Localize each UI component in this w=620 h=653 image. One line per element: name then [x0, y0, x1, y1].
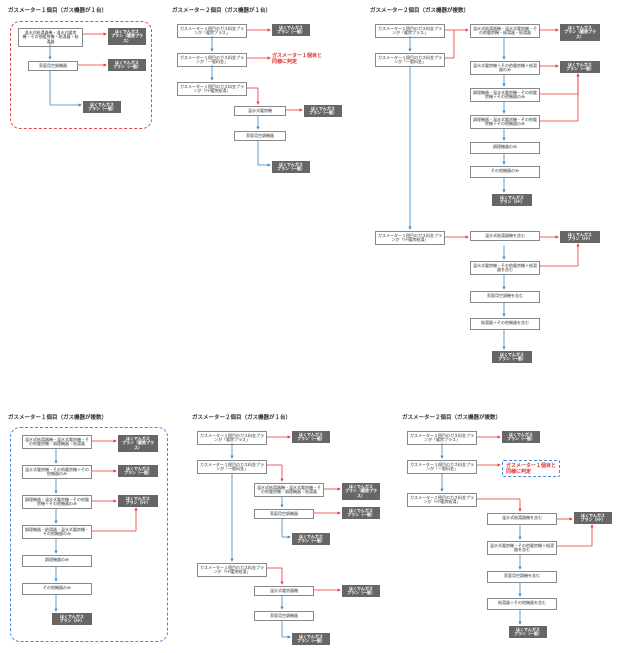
- F-s3: 家庭用空調機を含む: [487, 571, 557, 583]
- D-l3: ほくでんガスプラン（FF）: [118, 495, 158, 507]
- A-n2: 家庭用空調機器: [28, 61, 78, 71]
- C-l4: ほくでんガスプラン（一般）: [492, 351, 532, 363]
- F-q3: ガスメーター１個目のガス料金プランが「FF暖房給湯」: [407, 493, 477, 507]
- E-n4: 家庭用空調機器: [254, 611, 314, 621]
- E-l4: ほくでんガスプラン（一般）: [292, 633, 330, 645]
- B-note: ガスメーター１個目と同様に判定: [272, 53, 322, 65]
- E-q2: ガスメーター１個目のガス料金プランが「一般料金」: [197, 460, 267, 474]
- C-s3: 家庭用空調機を含む: [470, 291, 540, 303]
- title-E: ガスメーター２個目（ガス機器が１台）: [192, 413, 382, 421]
- C-s1: 温水式給湯器機を含む: [470, 231, 540, 241]
- E-q1: ガスメーター１個目のガス料金プランが「暖房プラス」: [197, 431, 267, 445]
- title-A: ガスメーター１個目（ガス機器が１台）: [8, 6, 158, 14]
- D-l2: ほくでんガスプラン（一般）: [118, 465, 158, 477]
- E-l0: ほくでんガスプラン（一般）: [292, 431, 330, 443]
- C-l1b: ほくでんガスプラン（一般）: [560, 61, 600, 73]
- A-l2: ほくでんガスプラン（一般）: [108, 59, 146, 71]
- C-q3: ガスメーター１個目のガス料金プランが「FF暖房給湯」: [375, 231, 445, 245]
- C-r1: 温水式給湯器機・温水式暖房機・その他暖房機・給湯器・給湯器: [470, 24, 540, 38]
- F-q1: ガスメーター１個目のガス料金プランが「暖房プラス」: [407, 431, 477, 445]
- C-r2: 温水式暖房機＋その他暖房機＋給湯器のみ: [470, 61, 540, 75]
- C-r5: 調理機器のみ: [470, 142, 540, 154]
- D-n1: 温水式給湯器機・温水式暖房機・その他暖房機・調理機器・給湯器: [22, 435, 92, 449]
- D-n5: 調理機器のみ: [22, 555, 92, 567]
- C-r3: 調理機器・温水式暖房機・その他暖房機＋その他機器のみ: [470, 88, 540, 102]
- E-n3: 温水式暖房器機: [254, 586, 314, 596]
- C-l1a: ほくでんガスプラン（暖房プラス）: [560, 24, 600, 41]
- D-l4: ほくでんガスプラン（FF）: [52, 613, 92, 625]
- chart-A: ガスメーター１個目（ガス機器が１台） 温水式給湯器機・温水式暖房機・その他暖房機…: [8, 6, 158, 156]
- arrows-F: [402, 413, 617, 648]
- F-l1: ほくでんガスプラン（FF）: [574, 512, 612, 524]
- B-q2: ガスメーター１個目のガス料金プランが「一般料金」: [177, 53, 247, 67]
- C-r6: その他機器のみ: [470, 166, 540, 178]
- C-s2: 温水式暖房機・その他暖房機＋給湯器を含む: [470, 261, 540, 275]
- title-D: ガスメーター１個目（ガス機器が複数）: [8, 413, 173, 421]
- chart-F: ガスメーター２個目（ガス機器が複数） ガスメーター１個目のガス料金プランが「暖房…: [402, 413, 617, 648]
- A-n1: 温水式給湯器機・温水式暖房機・その他暖房機・給湯器・給湯器: [18, 28, 83, 47]
- A-l3: ほくでんガスプラン（一般）: [83, 101, 121, 113]
- E-l2: ほくでんガスプラン（一般）: [342, 507, 380, 519]
- chart-B: ガスメーター２個目（ガス機器が１台） ガスメーター１個目のガス料金プランが「暖房…: [172, 6, 352, 206]
- F-s4: 給湯器＋その他機器を含む: [487, 598, 557, 610]
- chart-D: ガスメーター１個目（ガス機器が複数） 温水式給湯器機・温水式暖房機・その他暖房機…: [8, 413, 173, 648]
- F-q2: ガスメーター１個目のガス料金プランが「一般料金」: [407, 460, 477, 474]
- B-l1: ほくでんガスプラン（一般）: [272, 24, 310, 36]
- C-q2: ガスメーター１個目のガス料金プランが「一般料金」: [375, 53, 445, 67]
- C-l3: ほくでんガスプラン（FF）: [560, 231, 600, 243]
- B-q1: ガスメーター１個目のガス料金プランが「暖房プラス」: [177, 24, 247, 38]
- B-n1: 温水式暖房機: [234, 106, 286, 116]
- E-n1: 温水式給湯器機・温水式暖房機・その他暖房機・調理機器・給湯器: [254, 483, 324, 497]
- F-s2: 温水式暖房機・その他暖房機＋給湯器を含む: [487, 541, 557, 555]
- D-n2: 温水式暖房機・その他暖房機＋その他機器のみ: [22, 465, 92, 479]
- C-r4: 調理機器・温水式暖房機・その他暖房機＋その他機器のみ: [470, 115, 540, 129]
- D-l1: ほくでんガスプラン（暖房プラス）: [118, 435, 158, 452]
- B-l3: ほくでんガスプラン（一般）: [272, 161, 310, 173]
- E-q3: ガスメーター１個目のガス料金プランが「FF暖房給湯」: [197, 563, 267, 577]
- F-s1: 温水式給湯器機を含む: [487, 513, 557, 525]
- C-q1: ガスメーター１個目のガス料金プランが「暖房プラス」: [375, 24, 445, 38]
- C-l2: ほくでんガスプラン（FF）: [492, 194, 532, 206]
- F-l2: ほくでんガスプラン（一般）: [509, 626, 547, 638]
- chart-E: ガスメーター２個目（ガス機器が１台） ガスメーター１個目のガス料金プランが「暖房…: [192, 413, 382, 648]
- B-n2: 家庭用空調機器: [234, 131, 286, 141]
- title-F: ガスメーター２個目（ガス機器が複数）: [402, 413, 617, 421]
- E-l2b: ほくでんガスプラン（一般）: [292, 533, 330, 545]
- E-l3: ほくでんガスプラン（一般）: [342, 585, 380, 597]
- D-n3: 調理機器・温水式暖房機・その他暖房機＋その他機器のみ: [22, 495, 92, 509]
- A-l1: ほくでんガスプラン（暖房プラス）: [108, 28, 146, 45]
- E-l1: ほくでんガスプラン（暖房プラス）: [342, 483, 380, 500]
- title-C: ガスメーター２個目（ガス機器が複数）: [370, 6, 615, 14]
- title-B: ガスメーター２個目（ガス機器が１台）: [172, 6, 352, 14]
- B-q3: ガスメーター１個目のガス料金プランが「FF暖房給湯」: [177, 82, 247, 96]
- D-n4: 調理機器・給湯器・温水式暖房機・その他機器のみ: [22, 525, 92, 539]
- F-note: ガスメーター１個目と同様に判定: [502, 460, 560, 477]
- D-n6: その他機器のみ: [22, 583, 92, 595]
- B-l2: ほくでんガスプラン（一般）: [304, 105, 342, 117]
- E-n2: 家庭用空調機器: [254, 509, 314, 519]
- chart-C: ガスメーター２個目（ガス機器が複数） ガスメーター１個目のガス料金プランが「暖房…: [370, 6, 615, 401]
- F-l0: ほくでんガスプラン（一般）: [502, 431, 540, 443]
- C-s4: 給湯器＋その他機器を含む: [470, 318, 540, 330]
